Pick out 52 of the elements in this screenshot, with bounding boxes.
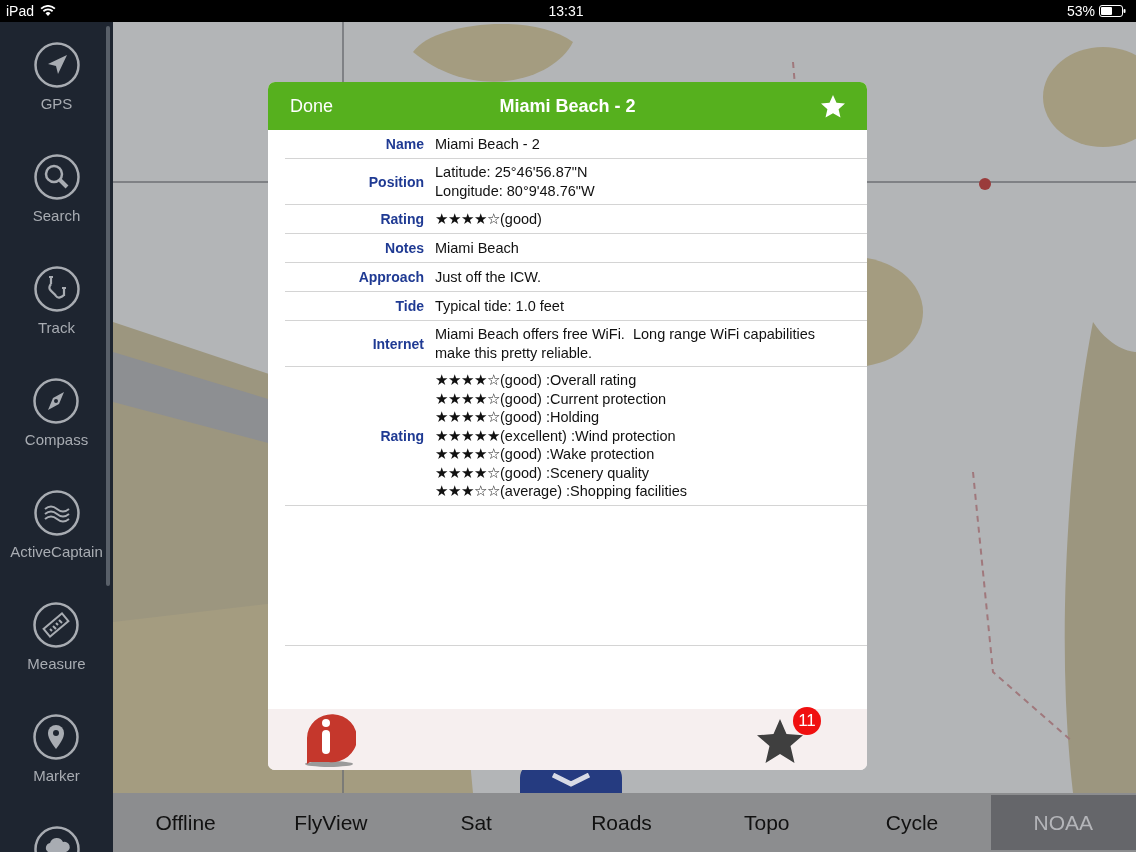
field-value: ★★★★★(excellent) :Wind protection — [435, 426, 677, 445]
compass-icon — [33, 378, 80, 424]
field-value: Miami Beach offers free WiFi. Long range WiFi capabilities make this pretty reliable. — [435, 325, 817, 362]
sidebar-button[interactable]: Compass — [24, 378, 89, 490]
device-name: iPad — [6, 3, 35, 19]
battery-icon — [1099, 5, 1126, 17]
field-value: ★★★★☆(good) :Current protection — [435, 389, 668, 408]
field-value: ★★★★☆(good) — [435, 209, 542, 229]
sidebar-button[interactable]: ActiveCaptain — [10, 490, 103, 602]
map-type-tab[interactable]: FlyView — [258, 793, 404, 852]
field-label: Approach — [357, 269, 424, 285]
map-type-tab[interactable]: Roads — [548, 793, 695, 852]
field-value: ★★★☆☆(average) :Shopping facilities — [435, 482, 687, 501]
field-label: Name — [384, 136, 424, 152]
map-type-tab[interactable]: Topo — [694, 793, 840, 852]
field-label: Rating — [379, 427, 424, 444]
field-value: Miami Beach — [435, 238, 519, 258]
count-badge: 11 — [793, 707, 821, 735]
chevron-down-icon — [549, 773, 593, 787]
field-value: ★★★★☆(good) :Holding — [435, 408, 601, 427]
sidebar-button[interactable]: Track — [33, 266, 80, 378]
star-icon[interactable] — [820, 93, 846, 119]
wifi-icon — [40, 5, 57, 17]
field-value: Miami Beach - 2 — [435, 134, 540, 154]
sidebar-button[interactable]: Marker — [33, 714, 80, 826]
map-type-tab[interactable]: Sat — [403, 793, 549, 852]
search-icon — [33, 154, 80, 200]
waves-icon — [33, 490, 80, 536]
field-label: Tide — [394, 298, 424, 314]
map-pin-icon — [33, 714, 80, 760]
clock-time: 13:31 — [548, 3, 584, 19]
field-label: Notes — [384, 240, 424, 256]
map-type-tab[interactable]: Offline — [113, 793, 259, 852]
battery-percent: 53% — [1066, 3, 1095, 19]
field-value: Just off the ICW. — [435, 267, 542, 287]
field-value: Typical tide: 1.0 feet — [435, 296, 564, 316]
field-value: Latitude: 25°46'56.87"N — [435, 163, 589, 182]
field-label: Position — [367, 173, 424, 190]
sidebar-button[interactable]: Search — [32, 154, 81, 266]
field-label: Rating — [379, 211, 424, 227]
field-value: ★★★★☆(good) :Wake protection — [435, 445, 656, 464]
field-label: Internet — [371, 335, 424, 352]
sidebar-button[interactable]: GPS — [33, 42, 80, 154]
field-value: Longitude: 80°9'48.76"W — [435, 181, 595, 200]
map-type-tab[interactable]: Cycle — [839, 793, 985, 852]
field-value: ★★★★☆(good) :Overall rating — [435, 371, 638, 390]
dialog-title: Miami Beach - 2 — [499, 95, 636, 117]
sidebar-button[interactable]: Measure — [27, 602, 86, 714]
ruler-icon — [33, 602, 80, 648]
info-icon[interactable] — [302, 712, 356, 768]
field-value: ★★★★☆(good) :Scenery quality — [435, 463, 651, 482]
track-icon — [33, 266, 80, 312]
